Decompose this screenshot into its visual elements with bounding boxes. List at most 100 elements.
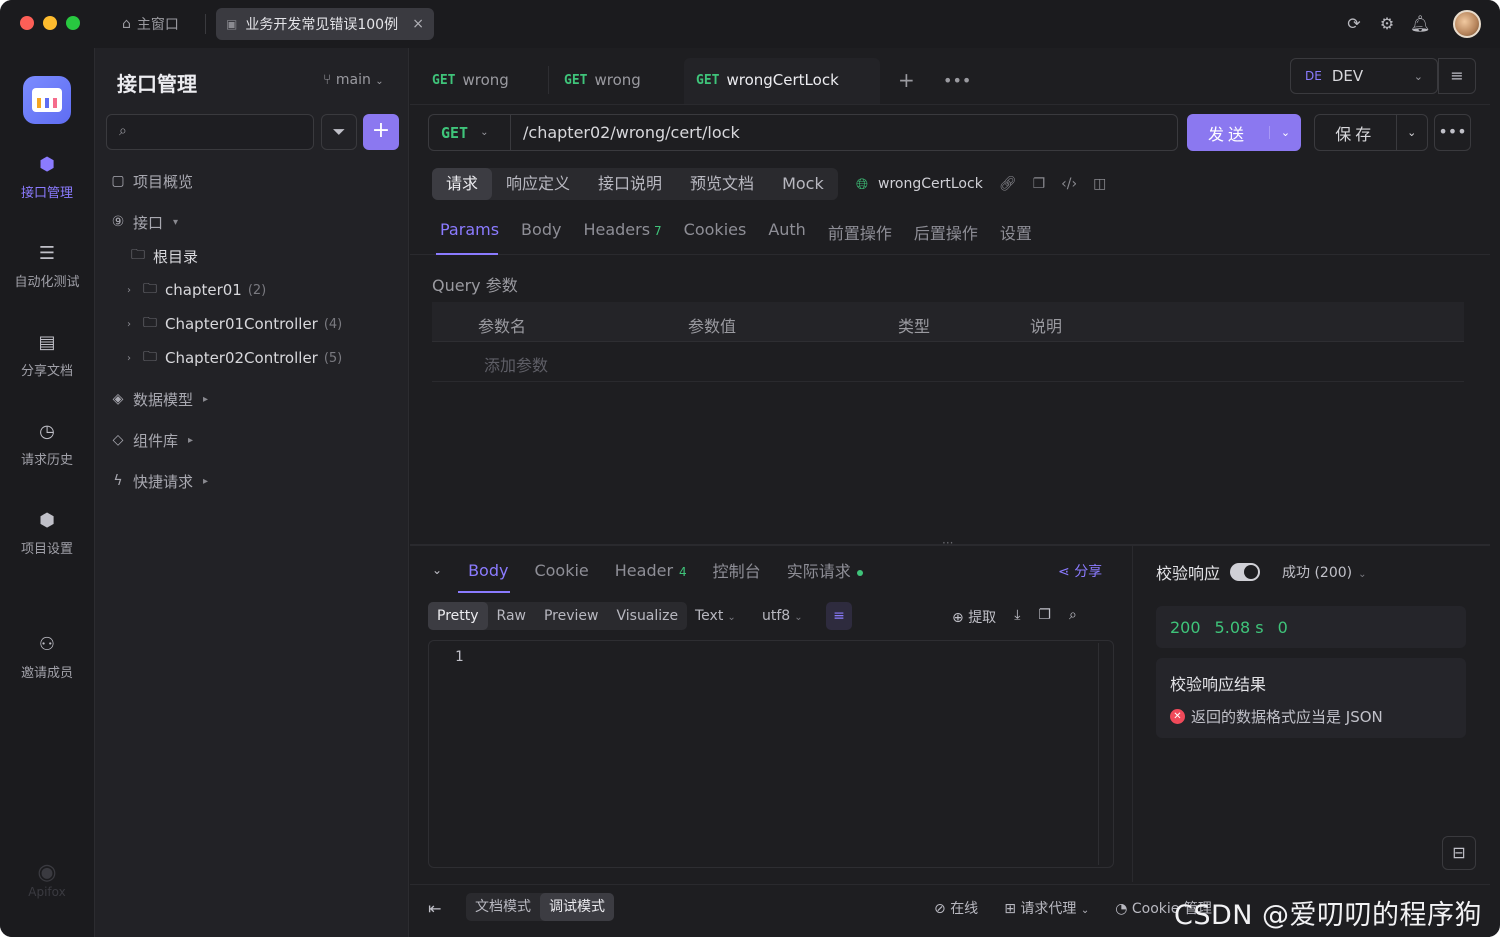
tab-response-definition[interactable]: 响应定义 [492,168,584,200]
online-status[interactable]: ⊘ 在线 [934,898,978,918]
wrap-lines-button[interactable]: ≡ [826,602,852,630]
more-button[interactable]: ••• [1434,114,1471,151]
rail-item-share-docs[interactable]: ▤ 分享文档 [0,332,94,379]
query-params-title: Query 参数 [432,276,518,295]
doc-mode-button[interactable]: 文档模式 [466,893,540,921]
home-tab[interactable]: ⌂ 主窗口 [122,12,179,36]
rail-item-project-settings[interactable]: ⬢ 项目设置 [0,510,94,557]
maximize-window-button[interactable] [66,16,80,30]
chevron-down-icon[interactable]: ⌄ [1269,126,1301,139]
copy-icon[interactable]: ❐ [1033,176,1046,192]
tree-item-data-models[interactable]: ◈ 数据模型 ▸ [109,386,208,412]
tree-folder[interactable]: › 🗀︎ chapter01 (2) [127,277,266,303]
tab-request[interactable]: 请求 [432,168,493,200]
code-icon[interactable]: ‹/› [1061,176,1077,192]
plus-icon: + [898,68,915,92]
tab-api-description[interactable]: 接口说明 [584,168,676,200]
tab-response-header[interactable]: Header 4 [615,561,687,580]
api-icon: ⬢ [39,154,55,175]
rail-item-history[interactable]: ◷ 请求历史 [0,421,94,468]
type-select[interactable]: Text ⌄ [695,608,736,624]
app-logo[interactable] [23,76,71,124]
rail-item-api[interactable]: ⬢ 接口管理 [0,154,94,201]
save-button[interactable]: 保存 ⌄ [1314,114,1428,151]
request-tab-active[interactable]: GET wrongCertLock [696,58,839,102]
watermark: CSDN @爱叨叨的程序狗 [1174,900,1483,931]
tree-folder[interactable]: › 🗀︎ Chapter01Controller (4) [127,311,342,337]
url-input[interactable]: /chapter02/wrong/cert/lock [510,114,1178,151]
new-tab-button[interactable]: + [898,58,915,102]
branch-selector[interactable]: ⑂ main ⌄ [323,72,384,88]
tab-console[interactable]: 控制台 [713,558,761,582]
tab-actual-request[interactable]: 实际请求 [787,558,863,582]
add-param-row[interactable]: 添加参数 [432,342,1464,382]
format-visualize[interactable]: Visualize [607,602,687,630]
project-tab[interactable]: ▣ 业务开发常见错误100例 × [216,8,434,40]
share-button[interactable]: ⋖ 分享 [1058,561,1102,581]
add-param-input[interactable]: 添加参数 [484,352,548,376]
response-tools: ⊕ 提取 ⤓ ❐ ⌕ [952,607,1077,627]
add-button[interactable]: + [363,114,399,150]
tab-body[interactable]: Body [521,220,561,244]
request-tab[interactable]: GET wrong [432,58,509,102]
tab-headers[interactable]: Headers 7 [583,220,661,244]
request-proxy[interactable]: ⊞ 请求代理 ⌄ [1004,898,1089,918]
tree-item-components[interactable]: ◇ 组件库 ▸ [109,427,193,453]
chevron-down-icon[interactable]: ⌄ [1395,115,1427,150]
rail-item-invite[interactable]: ⚇ 邀请成员 [0,634,94,681]
tree-item-interfaces[interactable]: ⑨ 接口 ▾ [109,209,178,235]
verify-toggle[interactable] [1230,563,1261,581]
tab-settings[interactable]: 设置 [1000,220,1032,244]
environment-selector[interactable]: DE DEV ⌄ [1290,58,1438,94]
collapse-sidebar-icon[interactable]: ⇤ [428,899,441,918]
method-select[interactable]: GET ⌄ [428,114,510,151]
api-name[interactable]: wrongCertLock [878,176,983,192]
tab-params[interactable]: Params [440,220,499,244]
download-icon[interactable]: ⤓ [1014,607,1020,627]
extract-button[interactable]: ⊕ 提取 [952,607,996,627]
tab-response-cookie[interactable]: Cookie [534,561,588,580]
search-icon[interactable]: ⌕ [1069,607,1077,627]
tab-pre-processors[interactable]: 前置操作 [828,220,892,244]
tab-mock[interactable]: Mock [768,168,838,200]
tree-folder[interactable]: › 🗀︎ Chapter02Controller (5) [127,345,342,371]
format-raw[interactable]: Raw [488,602,535,630]
panel-icon[interactable]: ◫ [1093,176,1106,192]
layout-toggle-button[interactable]: ⊟ [1442,836,1476,870]
drag-handle-icon[interactable]: ··· [942,536,953,550]
debug-mode-button[interactable]: 调试模式 [540,893,614,921]
collapse-icon[interactable]: ⌄ [432,563,442,577]
format-pretty[interactable]: Pretty [428,602,488,630]
tree-item-overview[interactable]: ▢ 项目概览 [109,168,193,194]
tab-preview-doc[interactable]: 预览文档 [676,168,768,200]
send-button[interactable]: 发送 ⌄ [1187,114,1301,151]
link-icon[interactable]: 🔗︎ [999,176,1017,192]
tab-cookies[interactable]: Cookies [684,220,747,244]
refresh-icon[interactable]: ⟳ [1344,14,1364,34]
more-tabs-button[interactable]: ••• [943,58,971,102]
gear-icon[interactable]: ⚙ [1377,14,1397,34]
encoding-select[interactable]: utf8 ⌄ [762,608,803,624]
sidebar-search-input[interactable]: ⌕ [106,114,314,150]
close-tab-icon[interactable]: × [412,16,424,32]
response-editor[interactable]: 1 [428,640,1114,868]
tab-auth[interactable]: Auth [768,220,806,244]
tree-item-quick-requests[interactable]: ϟ 快捷请求 ▸ [109,468,208,494]
tree-item-root[interactable]: 🗀︎ 根目录 [129,243,198,269]
bell-icon[interactable]: 🔔︎ [1410,14,1430,34]
avatar[interactable] [1453,10,1481,38]
tab-post-processors[interactable]: 后置操作 [914,220,978,244]
request-tab[interactable]: GET wrong [564,58,641,102]
clock-icon: ◷ [39,421,55,442]
tab-response-body[interactable]: Body [468,561,508,580]
environment-menu-button[interactable]: ≡ [1438,58,1476,94]
sidebar-title: 接口管理 [117,72,197,96]
copy-icon[interactable]: ❐ [1038,607,1051,627]
close-window-button[interactable] [20,16,34,30]
rail-item-automation[interactable]: ☰ 自动化测试 [0,243,94,290]
verify-status-select[interactable]: 成功 (200) ⌄ [1282,562,1367,582]
filter-button[interactable]: ⏷ [321,114,357,150]
editor-scrollbar[interactable] [1098,643,1099,865]
minimize-window-button[interactable] [43,16,57,30]
format-preview[interactable]: Preview [535,602,608,630]
